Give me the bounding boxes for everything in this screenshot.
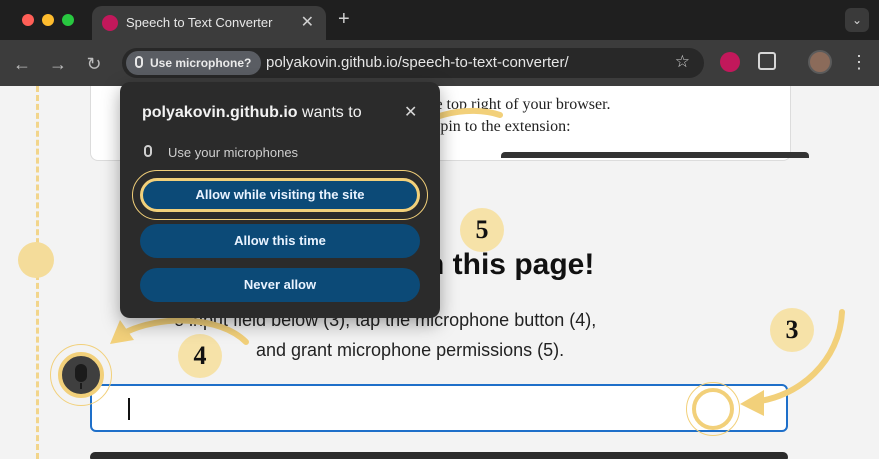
- popup-site: polyakovin.github.io: [142, 104, 298, 121]
- allow-this-time-button[interactable]: Allow this time: [140, 224, 420, 258]
- permission-popup: polyakovin.github.io wants to ✕ Use your…: [120, 82, 440, 318]
- arrowhead-3: [740, 390, 764, 416]
- mic-icon: [144, 145, 152, 157]
- never-allow-button[interactable]: Never allow: [140, 268, 420, 302]
- popup-wants-to: wants to: [297, 104, 362, 121]
- arrow-3: [749, 309, 845, 405]
- allow-while-visiting-button[interactable]: Allow while visiting the site: [140, 178, 420, 212]
- close-icon[interactable]: ✕: [404, 102, 417, 122]
- permission-label: Use your microphones: [168, 145, 299, 160]
- arrow-4: [119, 317, 249, 345]
- popup-title: polyakovin.github.io wants to: [142, 104, 362, 122]
